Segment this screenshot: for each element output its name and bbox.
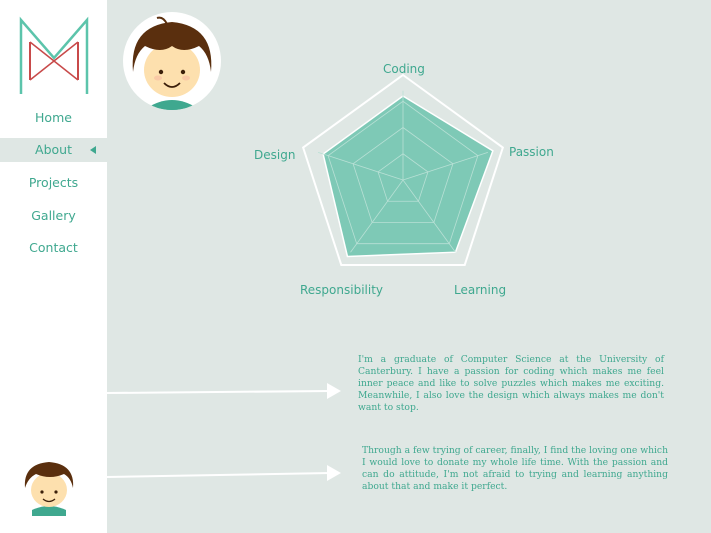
nav-item-gallery[interactable]: Gallery <box>0 204 107 228</box>
radar-label-coding: Coding <box>383 62 425 76</box>
nav-item-label: About <box>35 142 72 157</box>
nav-item-projects[interactable]: Projects <box>0 171 107 195</box>
radar-label-passion: Passion <box>509 145 554 159</box>
about-paragraph-2: Through a few trying of career, finally,… <box>362 445 668 492</box>
pointer-arrow-icon <box>107 465 341 481</box>
nav-item-about[interactable]: About <box>0 138 107 162</box>
nav-item-label: Gallery <box>31 208 76 223</box>
nav-item-label: Projects <box>28 175 79 190</box>
sidebar: Home About Projects Gallery Contact <box>0 0 107 533</box>
skills-radar-chart <box>301 73 505 266</box>
boy-avatar-icon <box>132 16 212 110</box>
profile-avatar <box>123 12 221 110</box>
pointer-arrow-icon <box>107 383 341 399</box>
nav-item-label: Contact <box>29 240 78 255</box>
nav-item-contact[interactable]: Contact <box>0 236 107 260</box>
nav-item-home[interactable]: Home <box>0 106 107 130</box>
radar-label-learning: Learning <box>454 283 507 297</box>
radar-data-area <box>322 95 494 258</box>
about-paragraph-1: I'm a graduate of Computer Science at th… <box>358 354 664 413</box>
site-logo[interactable] <box>18 16 90 96</box>
radar-label-responsibility: Responsibility <box>300 283 384 297</box>
active-indicator-icon <box>90 146 96 154</box>
radar-label-design: Design <box>254 148 296 162</box>
avatar-small-icon <box>24 462 74 516</box>
nav-item-label: Home <box>35 110 72 125</box>
